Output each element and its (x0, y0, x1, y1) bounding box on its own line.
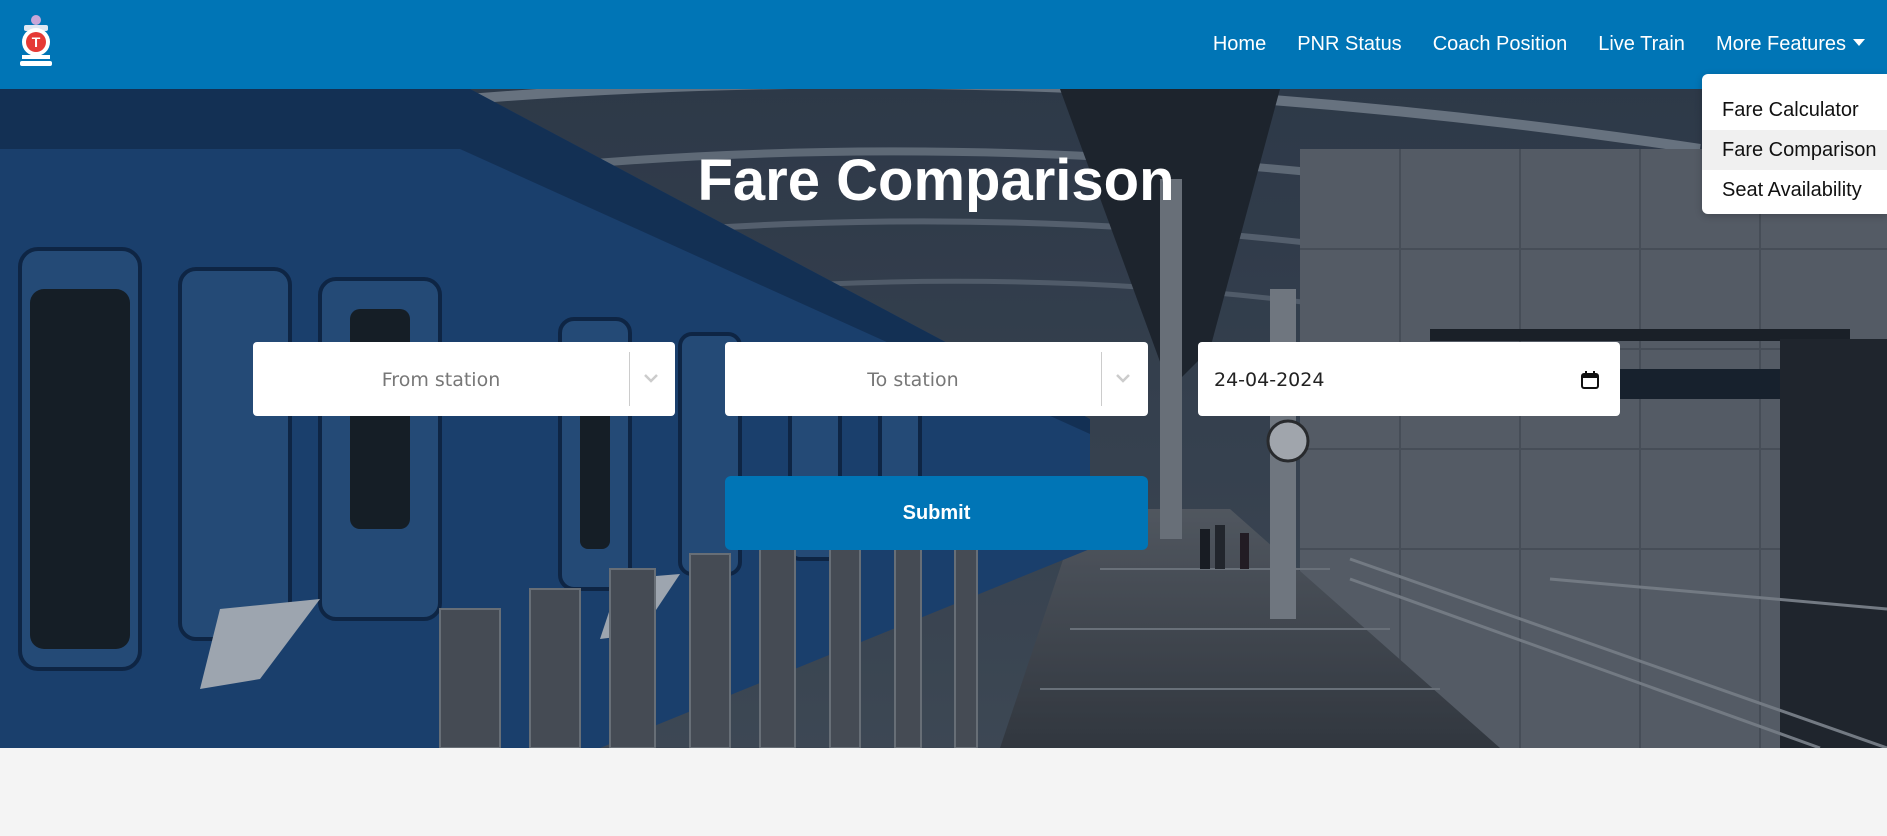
chevron-down-icon[interactable] (641, 368, 661, 388)
from-station-placeholder: From station (381, 369, 501, 391)
to-station-select[interactable]: To station (725, 342, 1148, 416)
select-separator (1101, 352, 1102, 406)
caret-down-icon (1853, 39, 1865, 46)
chevron-down-icon[interactable] (1113, 368, 1133, 388)
to-station-placeholder: To station (867, 369, 959, 391)
nav-home-link[interactable]: Home (1213, 33, 1266, 56)
nav-pnr-status-link[interactable]: PNR Status (1297, 33, 1401, 56)
calendar-icon[interactable] (1580, 370, 1600, 390)
submit-button[interactable]: Submit (725, 476, 1148, 550)
navbar: T Home PNR Status Coach Position Live Tr… (0, 0, 1887, 89)
journey-date-input[interactable]: 24-04-2024 (1198, 342, 1620, 416)
hero-section: Fare Comparison From station To station … (0, 89, 1887, 748)
nav-coach-position-link[interactable]: Coach Position (1433, 33, 1568, 56)
svg-text:T: T (32, 34, 41, 50)
from-station-select[interactable]: From station (253, 342, 675, 416)
dropdown-item-fare-comparison[interactable]: Fare Comparison (1702, 130, 1887, 170)
dropdown-item-seat-availability[interactable]: Seat Availability (1702, 170, 1887, 210)
dropdown-item-fare-calculator[interactable]: Fare Calculator (1702, 90, 1887, 130)
page-title: Fare Comparison (697, 148, 1175, 213)
page-footer-area (0, 748, 1887, 836)
select-separator (629, 352, 630, 406)
more-features-toggle[interactable]: More Features (1716, 33, 1865, 56)
nav-live-train-link[interactable]: Live Train (1598, 33, 1685, 56)
train-logo-icon[interactable]: T (16, 14, 56, 70)
journey-date-value: 24-04-2024 (1214, 369, 1325, 391)
more-features-dropdown: Fare Calculator Fare Comparison Seat Ava… (1702, 74, 1887, 214)
more-features-label: More Features (1715, 33, 1846, 55)
